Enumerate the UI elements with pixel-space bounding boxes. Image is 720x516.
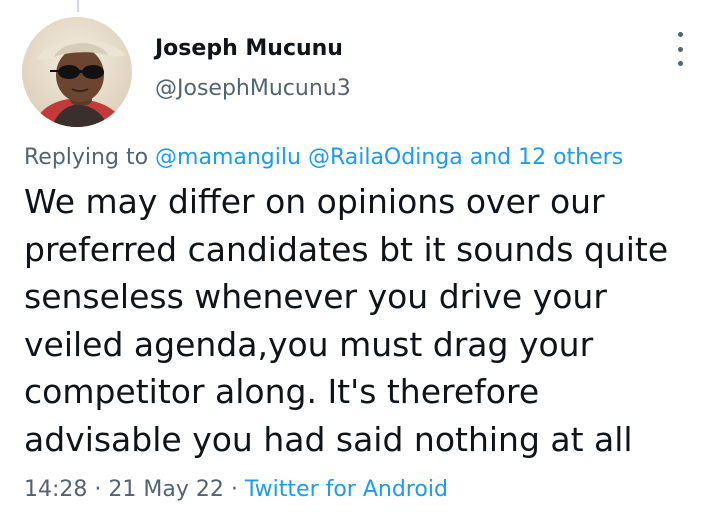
meta-separator: ·: [230, 477, 238, 502]
more-dot-icon: [677, 32, 683, 37]
more-dot-icon: [677, 46, 683, 52]
meta-separator: ·: [94, 477, 102, 502]
tweet-date[interactable]: 21 May 22: [108, 477, 223, 502]
author-name[interactable]: Joseph Mucunu: [155, 36, 343, 61]
mention-link[interactable]: @mamangilu: [155, 145, 301, 170]
replying-prefix: Replying to: [24, 145, 149, 170]
author-handle[interactable]: @JosephMucunu3: [155, 76, 351, 101]
mention-link[interactable]: @RailaOdinga: [308, 145, 463, 170]
tweet-time[interactable]: 14:28: [24, 477, 87, 502]
tweet-line: veiled agenda,you must drag your: [24, 324, 594, 364]
tweet-source-link[interactable]: Twitter for Android: [245, 477, 448, 502]
replying-to: Replying to @mamangilu @RailaOdinga and …: [24, 145, 623, 170]
tweet-line: senseless whenever you drive your: [24, 277, 607, 316]
others-link[interactable]: 12 others: [518, 145, 623, 170]
tweet-line: competitor along. It's therefore: [24, 372, 540, 411]
tweet-meta: 14:28 · 21 May 22 · Twitter for Android: [24, 477, 448, 502]
more-options-icon[interactable]: [668, 32, 692, 66]
thread-connector-line: [77, 0, 79, 12]
profile-photo-icon: [22, 17, 132, 127]
more-dot-icon: [677, 61, 683, 66]
avatar[interactable]: [22, 17, 132, 127]
mention-and[interactable]: and: [470, 145, 511, 170]
tweet-line: preferred candidates bt it sounds quite: [24, 229, 669, 269]
tweet-line: advisable you had said nothing at all: [24, 419, 633, 459]
tweet-line: We may differ on opinions over our: [24, 182, 605, 221]
tweet-text: We may differ on opinions over our prefe…: [24, 178, 704, 463]
